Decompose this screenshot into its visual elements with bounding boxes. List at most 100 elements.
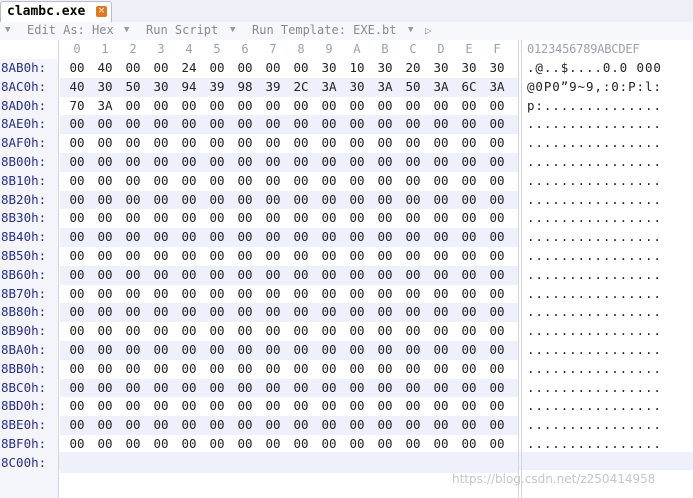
ascii-text[interactable]: ................ [527, 135, 662, 150]
hex-byte[interactable]: 00 [123, 116, 143, 131]
hex-byte[interactable]: 00 [235, 173, 255, 188]
hex-byte[interactable]: 00 [375, 229, 395, 244]
hex-byte[interactable]: 00 [347, 380, 367, 395]
hex-byte[interactable]: 00 [95, 192, 115, 207]
ascii-text[interactable]: ................ [527, 398, 662, 413]
hex-byte[interactable]: 00 [179, 135, 199, 150]
hex-byte[interactable]: 00 [319, 135, 339, 150]
hex-byte[interactable]: 00 [291, 135, 311, 150]
hex-byte[interactable]: 00 [431, 436, 451, 451]
hex-byte[interactable]: 00 [67, 380, 87, 395]
hex-byte[interactable]: 00 [207, 98, 227, 113]
hex-byte[interactable]: 00 [67, 436, 87, 451]
hex-byte[interactable]: 00 [291, 304, 311, 319]
hex-byte[interactable]: 00 [207, 304, 227, 319]
hex-byte[interactable]: 24 [179, 60, 199, 75]
hex-byte[interactable]: 00 [123, 229, 143, 244]
hex-byte[interactable]: 00 [403, 417, 423, 432]
hex-byte[interactable]: 00 [179, 173, 199, 188]
hex-byte[interactable]: 00 [291, 380, 311, 395]
hex-byte[interactable]: 00 [151, 210, 171, 225]
hex-byte[interactable]: 00 [431, 229, 451, 244]
hex-byte[interactable]: 00 [347, 342, 367, 357]
hex-byte[interactable]: 39 [263, 79, 283, 94]
hex-byte[interactable]: 00 [459, 154, 479, 169]
hex-byte[interactable]: 00 [319, 417, 339, 432]
hex-byte[interactable]: 00 [431, 135, 451, 150]
hex-byte[interactable]: 00 [151, 398, 171, 413]
hex-byte[interactable]: 40 [67, 79, 87, 94]
hex-byte[interactable]: 30 [95, 79, 115, 94]
hex-byte[interactable]: 39 [207, 79, 227, 94]
hex-byte[interactable]: 00 [375, 417, 395, 432]
hex-byte[interactable]: 00 [207, 60, 227, 75]
hex-byte[interactable]: 00 [151, 173, 171, 188]
hex-byte[interactable]: 00 [487, 267, 507, 282]
hex-byte[interactable]: 00 [95, 248, 115, 263]
hex-byte[interactable]: 00 [67, 304, 87, 319]
hex-byte[interactable]: 00 [431, 267, 451, 282]
hex-byte[interactable]: 00 [207, 342, 227, 357]
hex-byte[interactable]: 00 [95, 210, 115, 225]
hex-byte[interactable]: 00 [95, 436, 115, 451]
hex-byte[interactable]: 10 [347, 60, 367, 75]
hex-byte[interactable]: 00 [95, 229, 115, 244]
hex-byte[interactable]: 6C [459, 79, 479, 94]
hex-byte[interactable]: 00 [487, 361, 507, 376]
play-icon[interactable]: ▷ [425, 24, 432, 37]
hex-byte[interactable]: 3A [431, 79, 451, 94]
hex-byte[interactable]: 00 [179, 342, 199, 357]
hex-byte[interactable]: 00 [123, 436, 143, 451]
hex-byte[interactable]: 00 [375, 361, 395, 376]
hex-byte[interactable]: 00 [403, 248, 423, 263]
hex-byte[interactable]: 00 [207, 154, 227, 169]
hex-byte[interactable]: 00 [459, 173, 479, 188]
hex-byte[interactable]: 00 [291, 436, 311, 451]
ascii-text[interactable]: ................ [527, 417, 662, 432]
chevron-down-icon[interactable]: ▼ [5, 25, 10, 35]
hex-byte[interactable]: 00 [291, 267, 311, 282]
hex-byte[interactable]: 00 [431, 361, 451, 376]
hex-byte[interactable]: 00 [487, 286, 507, 301]
hex-byte[interactable]: 00 [459, 380, 479, 395]
hex-byte[interactable]: 00 [67, 286, 87, 301]
hex-byte[interactable]: 00 [291, 116, 311, 131]
hex-byte[interactable]: 00 [207, 436, 227, 451]
hex-byte[interactable]: 00 [179, 323, 199, 338]
hex-byte[interactable]: 00 [459, 267, 479, 282]
hex-byte[interactable]: 00 [179, 380, 199, 395]
hex-byte[interactable]: 70 [67, 98, 87, 113]
hex-byte[interactable]: 00 [123, 323, 143, 338]
hex-byte[interactable]: 30 [375, 60, 395, 75]
hex-byte[interactable]: 00 [95, 323, 115, 338]
hex-byte[interactable]: 00 [403, 323, 423, 338]
hex-byte[interactable]: 00 [431, 323, 451, 338]
hex-byte[interactable]: 00 [235, 60, 255, 75]
hex-byte[interactable]: 00 [95, 116, 115, 131]
hex-byte[interactable]: 00 [347, 398, 367, 413]
hex-byte[interactable]: 00 [347, 417, 367, 432]
hex-byte[interactable]: 00 [123, 135, 143, 150]
hex-byte[interactable]: 00 [95, 267, 115, 282]
hex-byte[interactable]: 00 [123, 210, 143, 225]
hex-byte[interactable]: 00 [151, 304, 171, 319]
hex-byte[interactable]: 00 [487, 398, 507, 413]
hex-byte[interactable]: 00 [263, 154, 283, 169]
hex-byte[interactable]: 00 [375, 342, 395, 357]
hex-byte[interactable]: 00 [67, 361, 87, 376]
hex-byte[interactable]: 00 [375, 116, 395, 131]
hex-byte[interactable]: 00 [179, 436, 199, 451]
hex-byte[interactable]: 3A [375, 79, 395, 94]
hex-byte[interactable]: 00 [207, 398, 227, 413]
hex-byte[interactable]: 00 [291, 248, 311, 263]
hex-byte[interactable]: 00 [151, 192, 171, 207]
hex-byte[interactable]: 00 [347, 192, 367, 207]
hex-byte[interactable]: 00 [67, 135, 87, 150]
hex-byte[interactable]: 00 [207, 210, 227, 225]
hex-byte[interactable]: 00 [179, 304, 199, 319]
ascii-text[interactable]: ................ [527, 192, 662, 207]
hex-byte[interactable]: 00 [151, 361, 171, 376]
hex-byte[interactable]: 00 [207, 248, 227, 263]
ascii-text[interactable]: @0P0”9~9,:0:P:l: [527, 79, 662, 94]
hex-byte[interactable]: 00 [263, 398, 283, 413]
